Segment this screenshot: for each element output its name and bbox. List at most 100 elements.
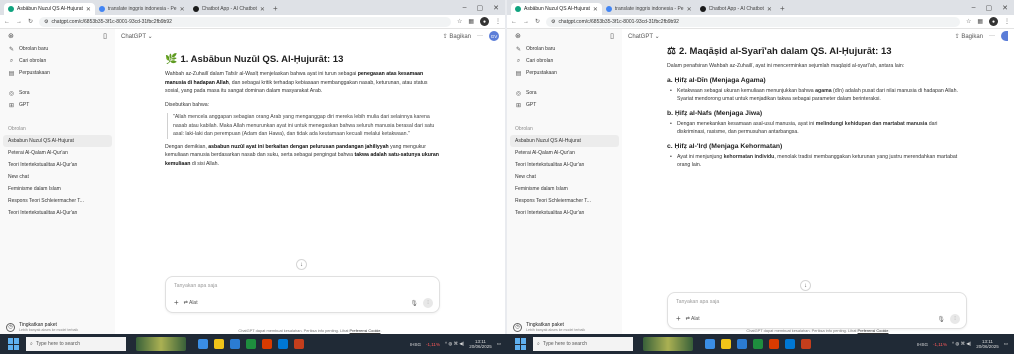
bookmark-star-icon[interactable]: ☆ bbox=[966, 18, 971, 25]
chat-history-item[interactable]: Asbabun Nuzul QS Al-Hujurat bbox=[3, 135, 112, 147]
notification-icon[interactable]: ▭ bbox=[1004, 341, 1008, 347]
tab-translate[interactable]: translate inggris indonesia - Pe ✕ bbox=[95, 3, 189, 15]
profile-icon[interactable]: ● bbox=[989, 17, 998, 26]
voice-mode-button[interactable]: ⫶ bbox=[950, 314, 960, 324]
close-icon[interactable]: ✕ bbox=[593, 6, 598, 13]
clock[interactable]: 13:11 20/06/2025 bbox=[976, 339, 999, 349]
forward-icon[interactable]: → bbox=[523, 19, 529, 25]
back-icon[interactable]: ← bbox=[511, 19, 517, 25]
chat-history-item[interactable]: Feminisme dalam Islam bbox=[0, 183, 115, 195]
edge-icon[interactable] bbox=[737, 339, 747, 349]
menu-dots-icon[interactable]: ⋮ bbox=[1004, 18, 1010, 25]
tab-asbabun[interactable]: Asbābun Nuzul QS Al-Hujurat ✕ bbox=[511, 3, 602, 15]
taskbar-search[interactable]: ⌕ Type here to search bbox=[533, 337, 633, 351]
avatar[interactable] bbox=[1001, 31, 1008, 41]
reload-icon[interactable]: ↻ bbox=[535, 18, 540, 25]
sidebar-item-new-chat[interactable]: ✎ Obrolan baru bbox=[0, 43, 115, 55]
minimize-icon[interactable]: – bbox=[463, 4, 467, 12]
chat-history-item[interactable]: Feminisme dalam Islam bbox=[507, 183, 622, 195]
chat-history-item[interactable]: Teori Intertekstualitas Al-Qur'an bbox=[507, 159, 622, 171]
close-icon[interactable]: ✕ bbox=[767, 6, 772, 13]
file-explorer-icon[interactable] bbox=[214, 339, 224, 349]
powerpoint-icon[interactable] bbox=[294, 339, 304, 349]
office-icon[interactable] bbox=[262, 339, 272, 349]
site-info-icon[interactable]: ⚙ bbox=[44, 19, 48, 25]
back-icon[interactable]: ← bbox=[4, 19, 10, 25]
windows-start-icon[interactable] bbox=[515, 338, 527, 350]
menu-dots-icon[interactable]: ⋮ bbox=[495, 18, 501, 25]
scroll-down-button[interactable]: ↓ bbox=[296, 259, 307, 270]
add-attachment-icon[interactable]: + bbox=[174, 298, 179, 307]
openai-logo-icon[interactable]: ⊛ bbox=[515, 32, 521, 40]
extensions-icon[interactable]: ▦ bbox=[977, 18, 983, 25]
share-button[interactable]: ⇪ Bagikan bbox=[443, 33, 471, 40]
share-button[interactable]: ⇪ Bagikan bbox=[955, 33, 983, 40]
close-window-icon[interactable]: ✕ bbox=[1002, 4, 1008, 12]
office-icon[interactable] bbox=[769, 339, 779, 349]
tab-asbabun[interactable]: Asbābun Nuzul QS Al-Hujurat ✕ bbox=[4, 3, 95, 15]
model-selector[interactable]: ChatGPT ⌄ bbox=[628, 33, 660, 40]
upgrade-plan-button[interactable]: ◷ Tingkatkan paket Lebih banyak akses ke … bbox=[6, 322, 111, 332]
close-icon[interactable]: ✕ bbox=[260, 6, 265, 13]
close-icon[interactable]: ✕ bbox=[86, 6, 91, 13]
sidebar-item-new-chat[interactable]: ✎ Obrolan baru bbox=[507, 43, 622, 55]
tab-chatbot[interactable]: Chatbot App - AI Chatbot ✕ bbox=[189, 3, 269, 15]
file-explorer-icon[interactable] bbox=[721, 339, 731, 349]
close-icon[interactable]: ✕ bbox=[687, 6, 692, 13]
sidebar-item-sora[interactable]: ◎ Sora bbox=[507, 87, 622, 99]
new-tab-icon[interactable]: + bbox=[269, 4, 282, 15]
chat-history-item[interactable]: Teori Intertekstualitas Al-Qur'an bbox=[507, 207, 622, 219]
close-icon[interactable]: ✕ bbox=[180, 6, 185, 13]
chat-history-item[interactable]: New chat bbox=[0, 171, 115, 183]
chat-history-item[interactable]: Peterai Al-Qalam Al-Qur'an bbox=[507, 147, 622, 159]
word-icon[interactable] bbox=[785, 339, 795, 349]
bookmark-star-icon[interactable]: ☆ bbox=[457, 18, 462, 25]
microphone-icon[interactable]: 🎙 bbox=[937, 316, 945, 323]
clock[interactable]: 13:11 20/06/2025 bbox=[469, 339, 492, 349]
tray-icons[interactable]: ^ ◍ ⌘ ◀) bbox=[952, 341, 971, 347]
sidebar-item-gpt[interactable]: ⊞ GPT bbox=[507, 99, 622, 111]
cookie-preferences-link[interactable]: Preferensi Cookie bbox=[350, 328, 381, 333]
composer-input[interactable]: Tanyakan apa saja bbox=[174, 283, 217, 289]
word-icon[interactable] bbox=[278, 339, 288, 349]
voice-mode-button[interactable]: ⫶ bbox=[423, 298, 433, 308]
chrome-icon[interactable] bbox=[753, 339, 763, 349]
avatar[interactable]: GV bbox=[489, 31, 499, 41]
url-bar[interactable]: ⚙ chatgpt.com/c/6853b35-3f1c-8001-93cd-31… bbox=[546, 16, 960, 27]
taskbar-widget-image[interactable] bbox=[643, 337, 693, 351]
sidebar-item-library[interactable]: ▤ Perpustakaan bbox=[507, 67, 622, 79]
taskbar-search[interactable]: ⌕ Type here to search bbox=[26, 337, 126, 351]
new-tab-icon[interactable]: + bbox=[776, 4, 789, 15]
tab-chatbot[interactable]: Chatbot App - AI Chatbot ✕ bbox=[696, 3, 776, 15]
sidebar-toggle-icon[interactable]: ▯ bbox=[103, 32, 107, 40]
chat-history-item[interactable]: Teori Intertekstualitas Al-Qur'an bbox=[0, 159, 115, 171]
close-window-icon[interactable]: ✕ bbox=[493, 4, 499, 12]
chat-history-item[interactable]: Respons Teori Schleiermacher T... bbox=[0, 195, 115, 207]
forward-icon[interactable]: → bbox=[16, 19, 22, 25]
model-selector[interactable]: ChatGPT ⌄ bbox=[121, 33, 153, 40]
chat-history-item[interactable]: Peterai Al-Qalam Al-Qur'an bbox=[0, 147, 115, 159]
tab-translate[interactable]: translate inggris indonesia - Pe ✕ bbox=[602, 3, 696, 15]
sidebar-item-search[interactable]: ⌕ Cari obrolan bbox=[0, 55, 115, 67]
sidebar-item-search[interactable]: ⌕ Cari obrolan bbox=[507, 55, 622, 67]
edge-icon[interactable] bbox=[230, 339, 240, 349]
powerpoint-icon[interactable] bbox=[801, 339, 811, 349]
sidebar-item-sora[interactable]: ◎ Sora bbox=[0, 87, 115, 99]
chat-history-item[interactable]: Teori Intertekstualitas Al-Qur'an bbox=[0, 207, 115, 219]
maximize-icon[interactable]: ▢ bbox=[477, 4, 484, 12]
add-attachment-icon[interactable]: + bbox=[676, 314, 681, 323]
minimize-icon[interactable]: – bbox=[972, 4, 976, 12]
sidebar-toggle-icon[interactable]: ▯ bbox=[610, 32, 614, 40]
chat-history-item[interactable]: Respons Teori Schleiermacher T... bbox=[507, 195, 622, 207]
chat-history-item[interactable]: New chat bbox=[507, 171, 622, 183]
upgrade-plan-button[interactable]: ◷ Tingkatkan paket Lebih banyak akses ke … bbox=[513, 322, 618, 332]
maximize-icon[interactable]: ▢ bbox=[986, 4, 993, 12]
url-bar[interactable]: ⚙ chatgpt.com/c/6853b35-3f1c-8001-93cd-31… bbox=[39, 16, 451, 27]
extensions-icon[interactable]: ▦ bbox=[468, 18, 474, 25]
openai-logo-icon[interactable]: ⊛ bbox=[8, 32, 14, 40]
profile-icon[interactable]: ● bbox=[480, 17, 489, 26]
notification-icon[interactable]: ▭ bbox=[497, 341, 501, 347]
taskbar-widget-image[interactable] bbox=[136, 337, 186, 351]
tools-button[interactable]: ⇄ Alat bbox=[184, 300, 198, 306]
tray-icons[interactable]: ^ ◍ ⌘ ◀) bbox=[445, 341, 464, 347]
